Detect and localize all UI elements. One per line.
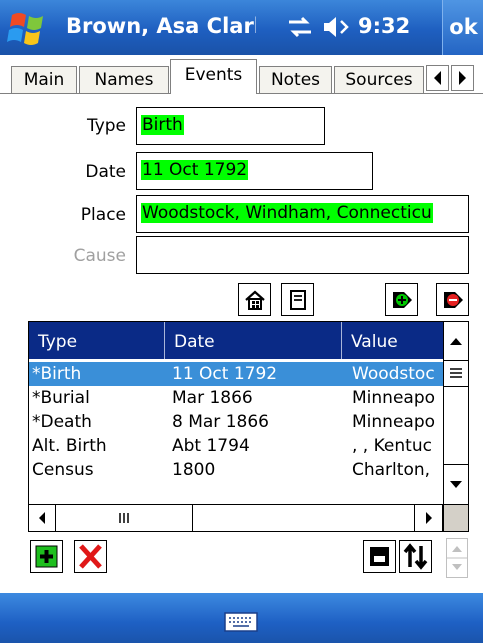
- add-place-icon: [393, 292, 412, 308]
- type-field[interactable]: Birth: [136, 107, 325, 145]
- remove-place-icon: [444, 292, 463, 308]
- window-title: Brown, Asa Clarl: [66, 14, 256, 38]
- arrow-right-icon: [426, 512, 432, 524]
- save-button[interactable]: [363, 540, 396, 573]
- cell-value: Minneapo: [352, 388, 436, 408]
- arrow-up-icon: [450, 338, 462, 345]
- table-row[interactable]: *Death 8 Mar 1866 Minneapo: [29, 410, 443, 434]
- grid-vertical-scrollbar[interactable]: [443, 322, 468, 505]
- cell-date: 11 Oct 1792: [172, 364, 278, 384]
- cell-date: Mar 1866: [172, 388, 253, 408]
- cell-type: *Burial: [32, 388, 90, 408]
- house-icon: [245, 290, 265, 310]
- cell-type: Census: [32, 460, 94, 480]
- arrow-right-icon: [459, 71, 466, 85]
- cause-field[interactable]: [136, 236, 469, 274]
- scrollbar-corner: [443, 504, 468, 531]
- cell-value: Charlton,: [352, 460, 431, 480]
- tab-notes[interactable]: Notes: [259, 66, 332, 93]
- tab-main[interactable]: Main: [11, 66, 77, 93]
- table-row[interactable]: *Birth 11 Oct 1792 Woodstoc: [29, 362, 443, 386]
- date-label: Date: [85, 162, 126, 182]
- event-spinner[interactable]: [446, 538, 468, 578]
- arrow-left-icon: [434, 71, 441, 85]
- scroll-down-button[interactable]: [443, 464, 468, 505]
- home-place-button[interactable]: [238, 283, 271, 316]
- events-grid[interactable]: Type Date Value *Birth 11 Oct 1792 Woods…: [28, 321, 469, 532]
- type-value: Birth: [141, 115, 184, 135]
- delete-icon: [79, 544, 102, 569]
- table-row[interactable]: Alt. Birth Abt 1794 , , Kentuc: [29, 434, 443, 458]
- windows-flag-icon[interactable]: [6, 9, 50, 47]
- arrow-left-icon: [39, 512, 45, 524]
- copy-icon: [290, 290, 306, 310]
- keyboard-icon[interactable]: [224, 612, 258, 632]
- cell-type: *Death: [32, 412, 92, 432]
- cell-value: Minneapo: [352, 412, 436, 432]
- grid-horizontal-scrollbar[interactable]: [29, 504, 443, 531]
- speaker-icon[interactable]: [322, 14, 352, 40]
- title-bar: Brown, Asa Clarl 9:32 ok: [0, 0, 483, 55]
- column-header-value[interactable]: Value: [342, 322, 443, 359]
- copy-place-button[interactable]: [281, 283, 314, 316]
- cell-value: Woodstoc: [352, 364, 435, 384]
- tab-scroll-right-button[interactable]: [451, 65, 474, 91]
- type-label: Type: [86, 116, 126, 136]
- table-row[interactable]: Census 1800 Charlton,: [29, 458, 443, 482]
- date-field[interactable]: 11 Oct 1792: [136, 152, 373, 190]
- delete-event-button[interactable]: [74, 540, 107, 573]
- date-value: 11 Oct 1792: [141, 160, 249, 180]
- connectivity-icon[interactable]: [286, 16, 314, 38]
- cell-type: *Birth: [32, 364, 82, 384]
- cell-date: Abt 1794: [172, 436, 250, 456]
- scroll-thumb[interactable]: [55, 504, 193, 531]
- cell-value: , , Kentuc: [352, 436, 432, 456]
- grip-icon: [119, 513, 129, 523]
- clock[interactable]: 9:32: [358, 14, 410, 38]
- scroll-right-button[interactable]: [414, 504, 443, 531]
- tab-sources[interactable]: Sources: [334, 66, 424, 93]
- tab-strip: Main Names Events Notes Sources: [0, 55, 483, 95]
- grip-icon: [450, 368, 462, 378]
- add-event-button[interactable]: [30, 540, 63, 573]
- tab-events[interactable]: Events: [170, 59, 257, 94]
- add-icon: [35, 545, 58, 568]
- place-value: Woodstock, Windham, Connecticu: [141, 203, 433, 223]
- scroll-up-button[interactable]: [443, 322, 468, 361]
- remove-place-button[interactable]: [436, 283, 469, 316]
- cell-type: Alt. Birth: [32, 436, 107, 456]
- arrow-down-icon: [450, 481, 462, 488]
- sort-icon: [403, 543, 428, 570]
- ok-button[interactable]: ok: [442, 0, 483, 55]
- cell-date: 1800: [172, 460, 216, 480]
- tab-scroll-left-button[interactable]: [426, 65, 449, 91]
- cell-date: 8 Mar 1866: [172, 412, 269, 432]
- add-place-button[interactable]: [385, 283, 418, 316]
- grid-header: Type Date Value: [29, 322, 443, 359]
- sort-button[interactable]: [399, 540, 432, 573]
- column-header-type[interactable]: Type: [29, 322, 165, 359]
- place-field[interactable]: Woodstock, Windham, Connecticu: [136, 195, 469, 233]
- scroll-left-button[interactable]: [29, 504, 56, 531]
- place-label: Place: [80, 205, 126, 225]
- table-row[interactable]: *Burial Mar 1866 Minneapo: [29, 386, 443, 410]
- save-icon: [370, 547, 389, 566]
- spinner-icon: [447, 546, 467, 570]
- cause-label: Cause: [73, 246, 126, 266]
- scroll-thumb[interactable]: [443, 360, 468, 387]
- column-header-date[interactable]: Date: [165, 322, 342, 359]
- tab-names[interactable]: Names: [79, 66, 169, 93]
